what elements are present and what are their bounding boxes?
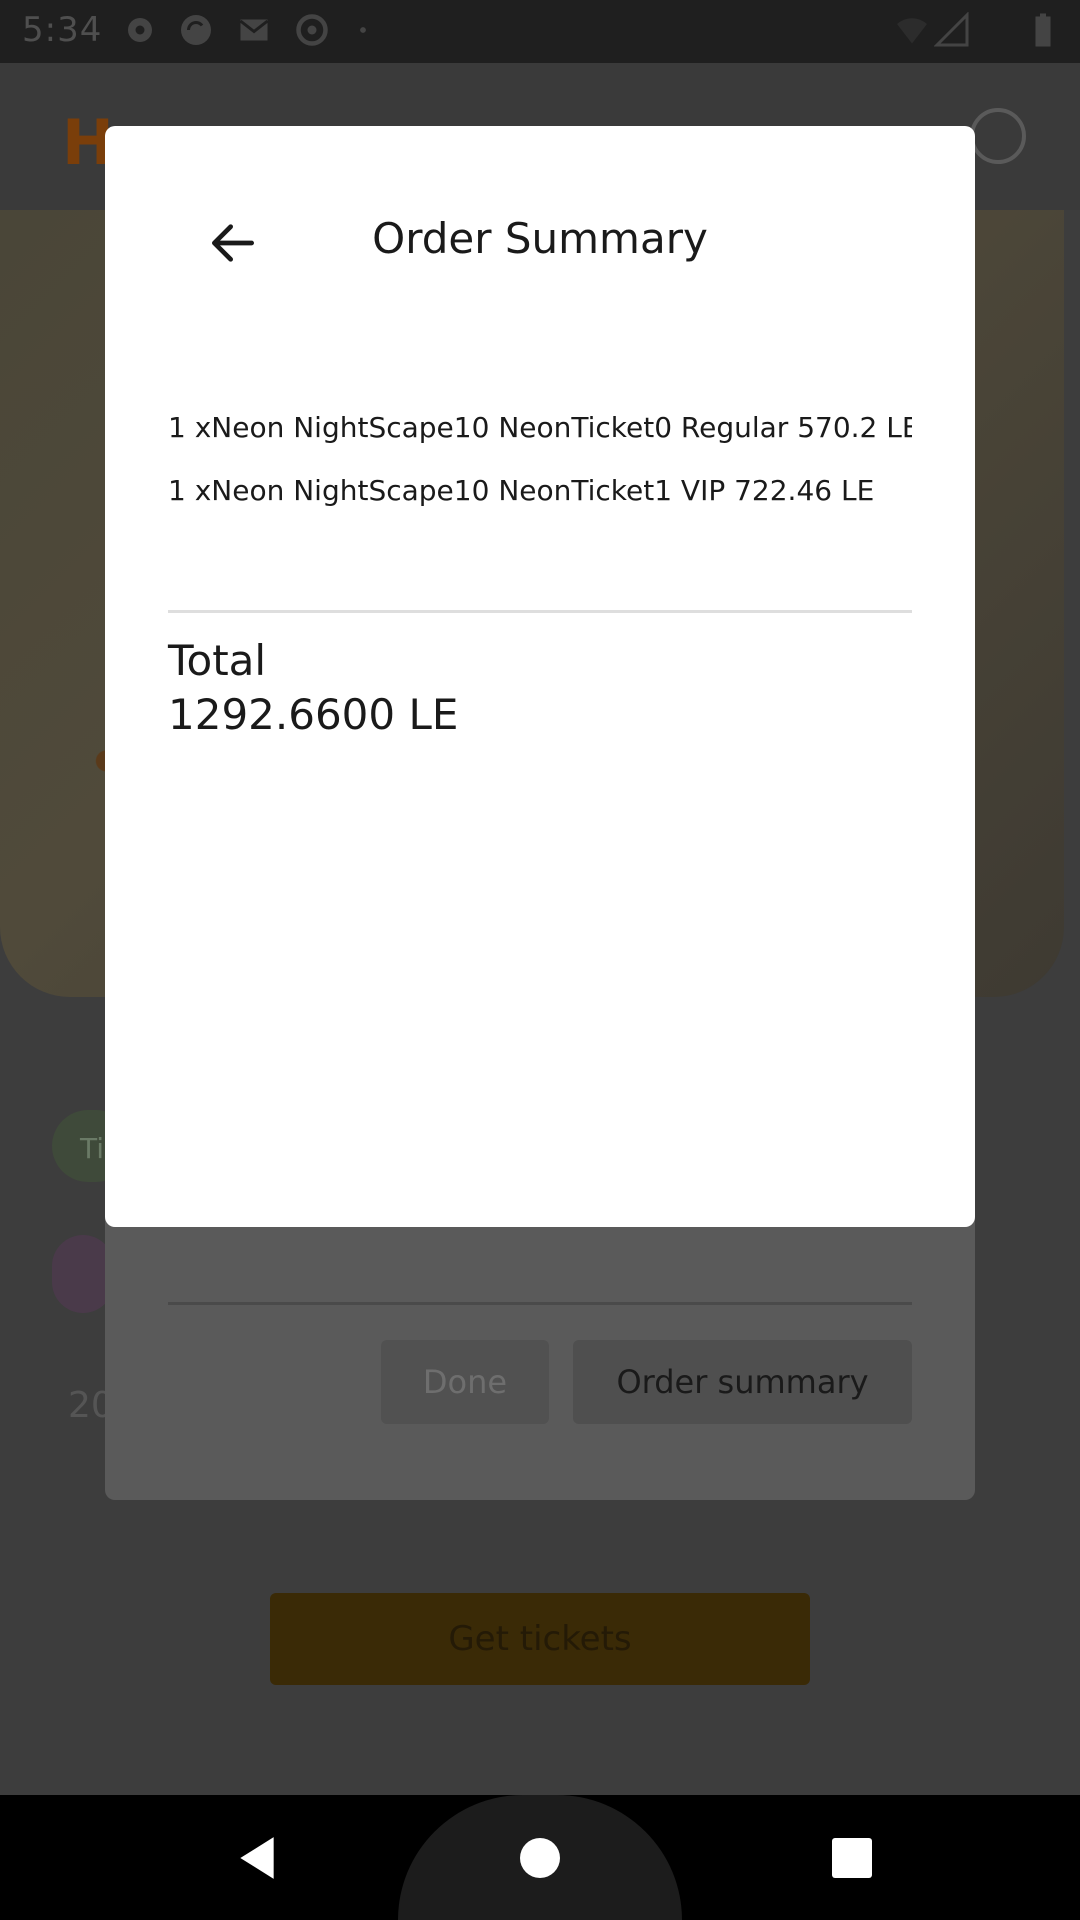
- dialog-title: Order Summary: [0, 214, 1080, 263]
- signal-icon: [933, 11, 970, 48]
- battery-icon: [1032, 12, 1054, 48]
- sync-icon: [178, 12, 214, 48]
- order-line-item: 1 xNeon NightScape10 NeonTicket1 VIP 722…: [168, 474, 875, 507]
- divider: [168, 1302, 912, 1305]
- nav-home-icon[interactable]: [520, 1838, 560, 1878]
- nav-recents-icon[interactable]: [832, 1838, 872, 1878]
- dot-icon: [356, 12, 370, 48]
- dialog-title-text: Order Summary: [372, 214, 708, 263]
- profile-avatar[interactable]: [970, 108, 1026, 164]
- nav-back-icon[interactable]: [232, 1833, 282, 1883]
- at-sign-icon: [294, 12, 330, 48]
- order-summary-button[interactable]: Order summary: [573, 1340, 912, 1424]
- gear-icon: [122, 12, 158, 48]
- get-tickets-button[interactable]: Get tickets: [270, 1593, 810, 1685]
- total-label: Total: [168, 636, 267, 685]
- divider: [168, 610, 912, 613]
- total-value: 1292.6600 LE: [168, 690, 459, 739]
- mail-icon: [236, 12, 272, 48]
- status-time: 5:34: [22, 10, 103, 50]
- order-line-item: 1 xNeon NightScape10 NeonTicket0 Regular…: [168, 411, 912, 444]
- wifi-off-icon: [894, 12, 930, 48]
- done-button[interactable]: Done: [381, 1340, 549, 1424]
